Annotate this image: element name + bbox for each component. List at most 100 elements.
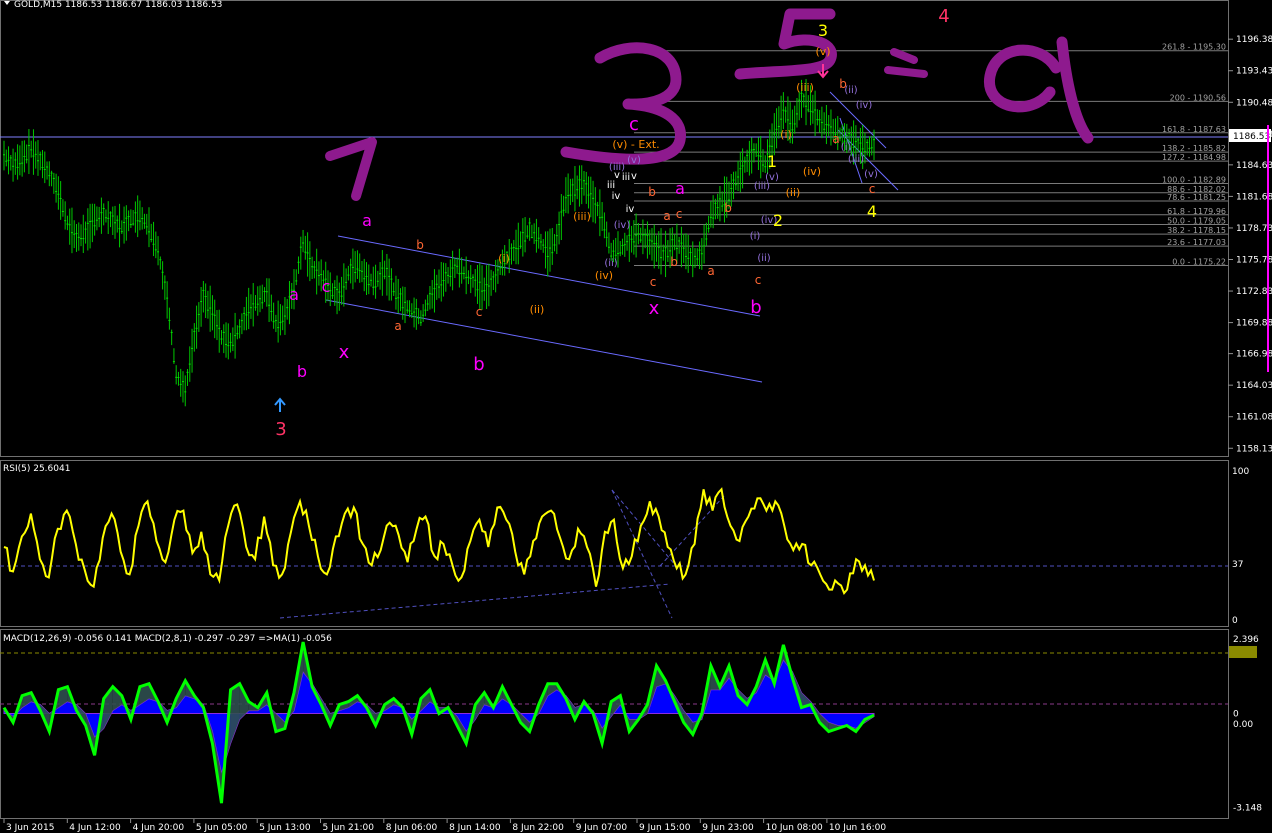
wave-label: (iv) (803, 165, 821, 178)
fib-level-label: 100.0 - 1182.89 (1162, 175, 1226, 184)
wave-label: c (476, 305, 483, 319)
wave-label: b (670, 255, 678, 269)
wave-label: b (416, 238, 424, 252)
fib-level-label: 50.0 - 1179.05 (1167, 217, 1226, 226)
current-price-label: 1186.53 (1233, 132, 1270, 142)
wave-label: (i) (841, 142, 852, 153)
wave-label: (iii) (848, 154, 864, 165)
wave-label: v (614, 170, 620, 181)
wave-label: iv (612, 191, 621, 202)
wave-label: c (676, 207, 683, 221)
time-tick-label: 9 Jun 23:00 (702, 823, 754, 833)
time-tick-label: 9 Jun 15:00 (639, 823, 691, 833)
rsi-down-trendline (611, 489, 673, 619)
time-tick-label: 5 Jun 05:00 (196, 823, 248, 833)
wave-label: b (724, 201, 732, 215)
fib-level-label: 138.2 - 1185.82 (1162, 144, 1226, 153)
handwritten-wave-numbers (325, 8, 1094, 201)
wave-label: (iv) (614, 220, 631, 231)
wave-label: iii (622, 172, 630, 183)
wave-label: x (339, 342, 350, 363)
fib-level-label: 161.8 - 1187.63 (1162, 125, 1226, 134)
rsi-tick-label: 100 (1232, 467, 1249, 477)
wave-label: (i) (780, 128, 792, 141)
wave-label: a (394, 319, 401, 333)
handwritten-9 (984, 36, 1094, 144)
price-tick-label: 1158.13 (1236, 444, 1272, 454)
price-tick-label: 1193.43 (1236, 67, 1272, 77)
time-tick-label: 10 Jun 16:00 (829, 823, 886, 833)
wave-label: (v) (765, 172, 779, 183)
wave-label: (i) (498, 252, 510, 265)
time-tick-label: 10 Jun 08:00 (766, 823, 823, 833)
price-tick-label: 1196.38 (1236, 35, 1272, 45)
wave-label: c (322, 277, 331, 296)
wave-label: b (648, 185, 656, 199)
wave-label: a (362, 211, 372, 230)
wave-label: x (649, 298, 660, 319)
time-tick-label: 5 Jun 13:00 (259, 823, 311, 833)
rsi-series-line (3, 487, 875, 596)
macd-histogram (4, 642, 874, 804)
trend-channels (0, 91, 1228, 383)
wave-label: c (869, 182, 876, 196)
fib-level-label: 23.6 - 1177.03 (1167, 238, 1226, 247)
wave-label: 3 (275, 419, 286, 440)
wave-label: 3 (818, 21, 828, 40)
macd-panel-frame (0, 629, 1229, 819)
rsi-axis: 100 37 0 (1232, 467, 1249, 626)
macd-panel-title: MACD(12,26,9) -0.056 0.141 MACD(2,8,1) -… (3, 634, 332, 644)
handwritten-1 (325, 137, 377, 201)
wave-label: v (631, 171, 637, 182)
rsi-down-trendline-2 (611, 489, 677, 567)
menu-triangle-icon[interactable] (4, 1, 10, 5)
wave-label: a (663, 209, 670, 223)
price-tick-label: 1190.48 (1236, 98, 1272, 108)
price-tick-label: 1178.73 (1236, 224, 1272, 234)
wave-label: iv (626, 204, 635, 215)
price-tick-label: 1172.83 (1236, 287, 1272, 297)
wave-label: b (297, 362, 307, 381)
price-panel-title: GOLD,M15 1186.53 1186.67 1186.03 1186.53 (14, 0, 222, 10)
time-tick-label: 9 Jun 07:00 (576, 823, 628, 833)
fibonacci-levels: 261.8 - 1195.30 200 - 1190.56 161.8 - 1187… (634, 43, 1228, 266)
time-axis: 3 Jun 2015 4 Jun 12:00 4 Jun 20:00 5 Jun 05… (3, 819, 886, 833)
wave-label: a (707, 264, 714, 278)
macd-tick-label: 0.00 (1233, 720, 1253, 730)
macd-tick-label: 2.396 (1233, 635, 1259, 645)
wave-label: c (755, 273, 762, 287)
arrow-markers (274, 64, 829, 412)
wave-label: (v) (627, 155, 641, 166)
wave-label: 2 (773, 211, 783, 230)
fib-level-label: 200 - 1190.56 (1170, 93, 1226, 102)
wave-label: (iv) (595, 269, 613, 282)
wave-label: 4 (938, 6, 949, 27)
price-tick-label: 1184.63 (1236, 161, 1272, 171)
price-tick-label: 1181.68 (1236, 192, 1272, 202)
wave-label: (ii) (757, 253, 770, 264)
time-tick-label: 8 Jun 06:00 (386, 823, 438, 833)
macd-axis: 2.396 1.748 00.00 -3.148 (1233, 635, 1262, 813)
wave-label: a (675, 179, 685, 198)
elliott-wave-labels: 3abcxabacb(i)(ii)(iii)(iv)(v) - Ext.c(v)… (275, 6, 949, 440)
fib-level-label: 261.8 - 1195.30 (1162, 43, 1226, 52)
price-tick-label: 1164.03 (1236, 381, 1272, 391)
chart-canvas: 261.8 - 1195.30 200 - 1190.56 161.8 - 1187… (0, 0, 1272, 833)
wave-label: 1 (767, 152, 777, 171)
rsi-panel-title: RSI(5) 25.6041 (3, 464, 70, 474)
wave-label: (i) (750, 231, 761, 242)
wave-label: c (650, 275, 657, 289)
price-tick-label: 1175.78 (1236, 255, 1272, 265)
macd-fill-area (3, 658, 875, 776)
time-tick-label: 8 Jun 14:00 (449, 823, 501, 833)
macd-tick-label: 1.748 (1233, 657, 1259, 667)
wave-label: (iii) (796, 81, 814, 94)
macd-level-box (1229, 646, 1257, 658)
wave-label: (v) (815, 45, 830, 58)
wave-label: c (629, 114, 639, 135)
wave-label: a (832, 132, 839, 146)
macd-histogram-segment (230, 683, 240, 744)
rsi-panel-frame (0, 460, 1229, 627)
wave-label: (ii) (844, 85, 857, 96)
time-tick-label: 3 Jun 2015 (6, 823, 54, 833)
